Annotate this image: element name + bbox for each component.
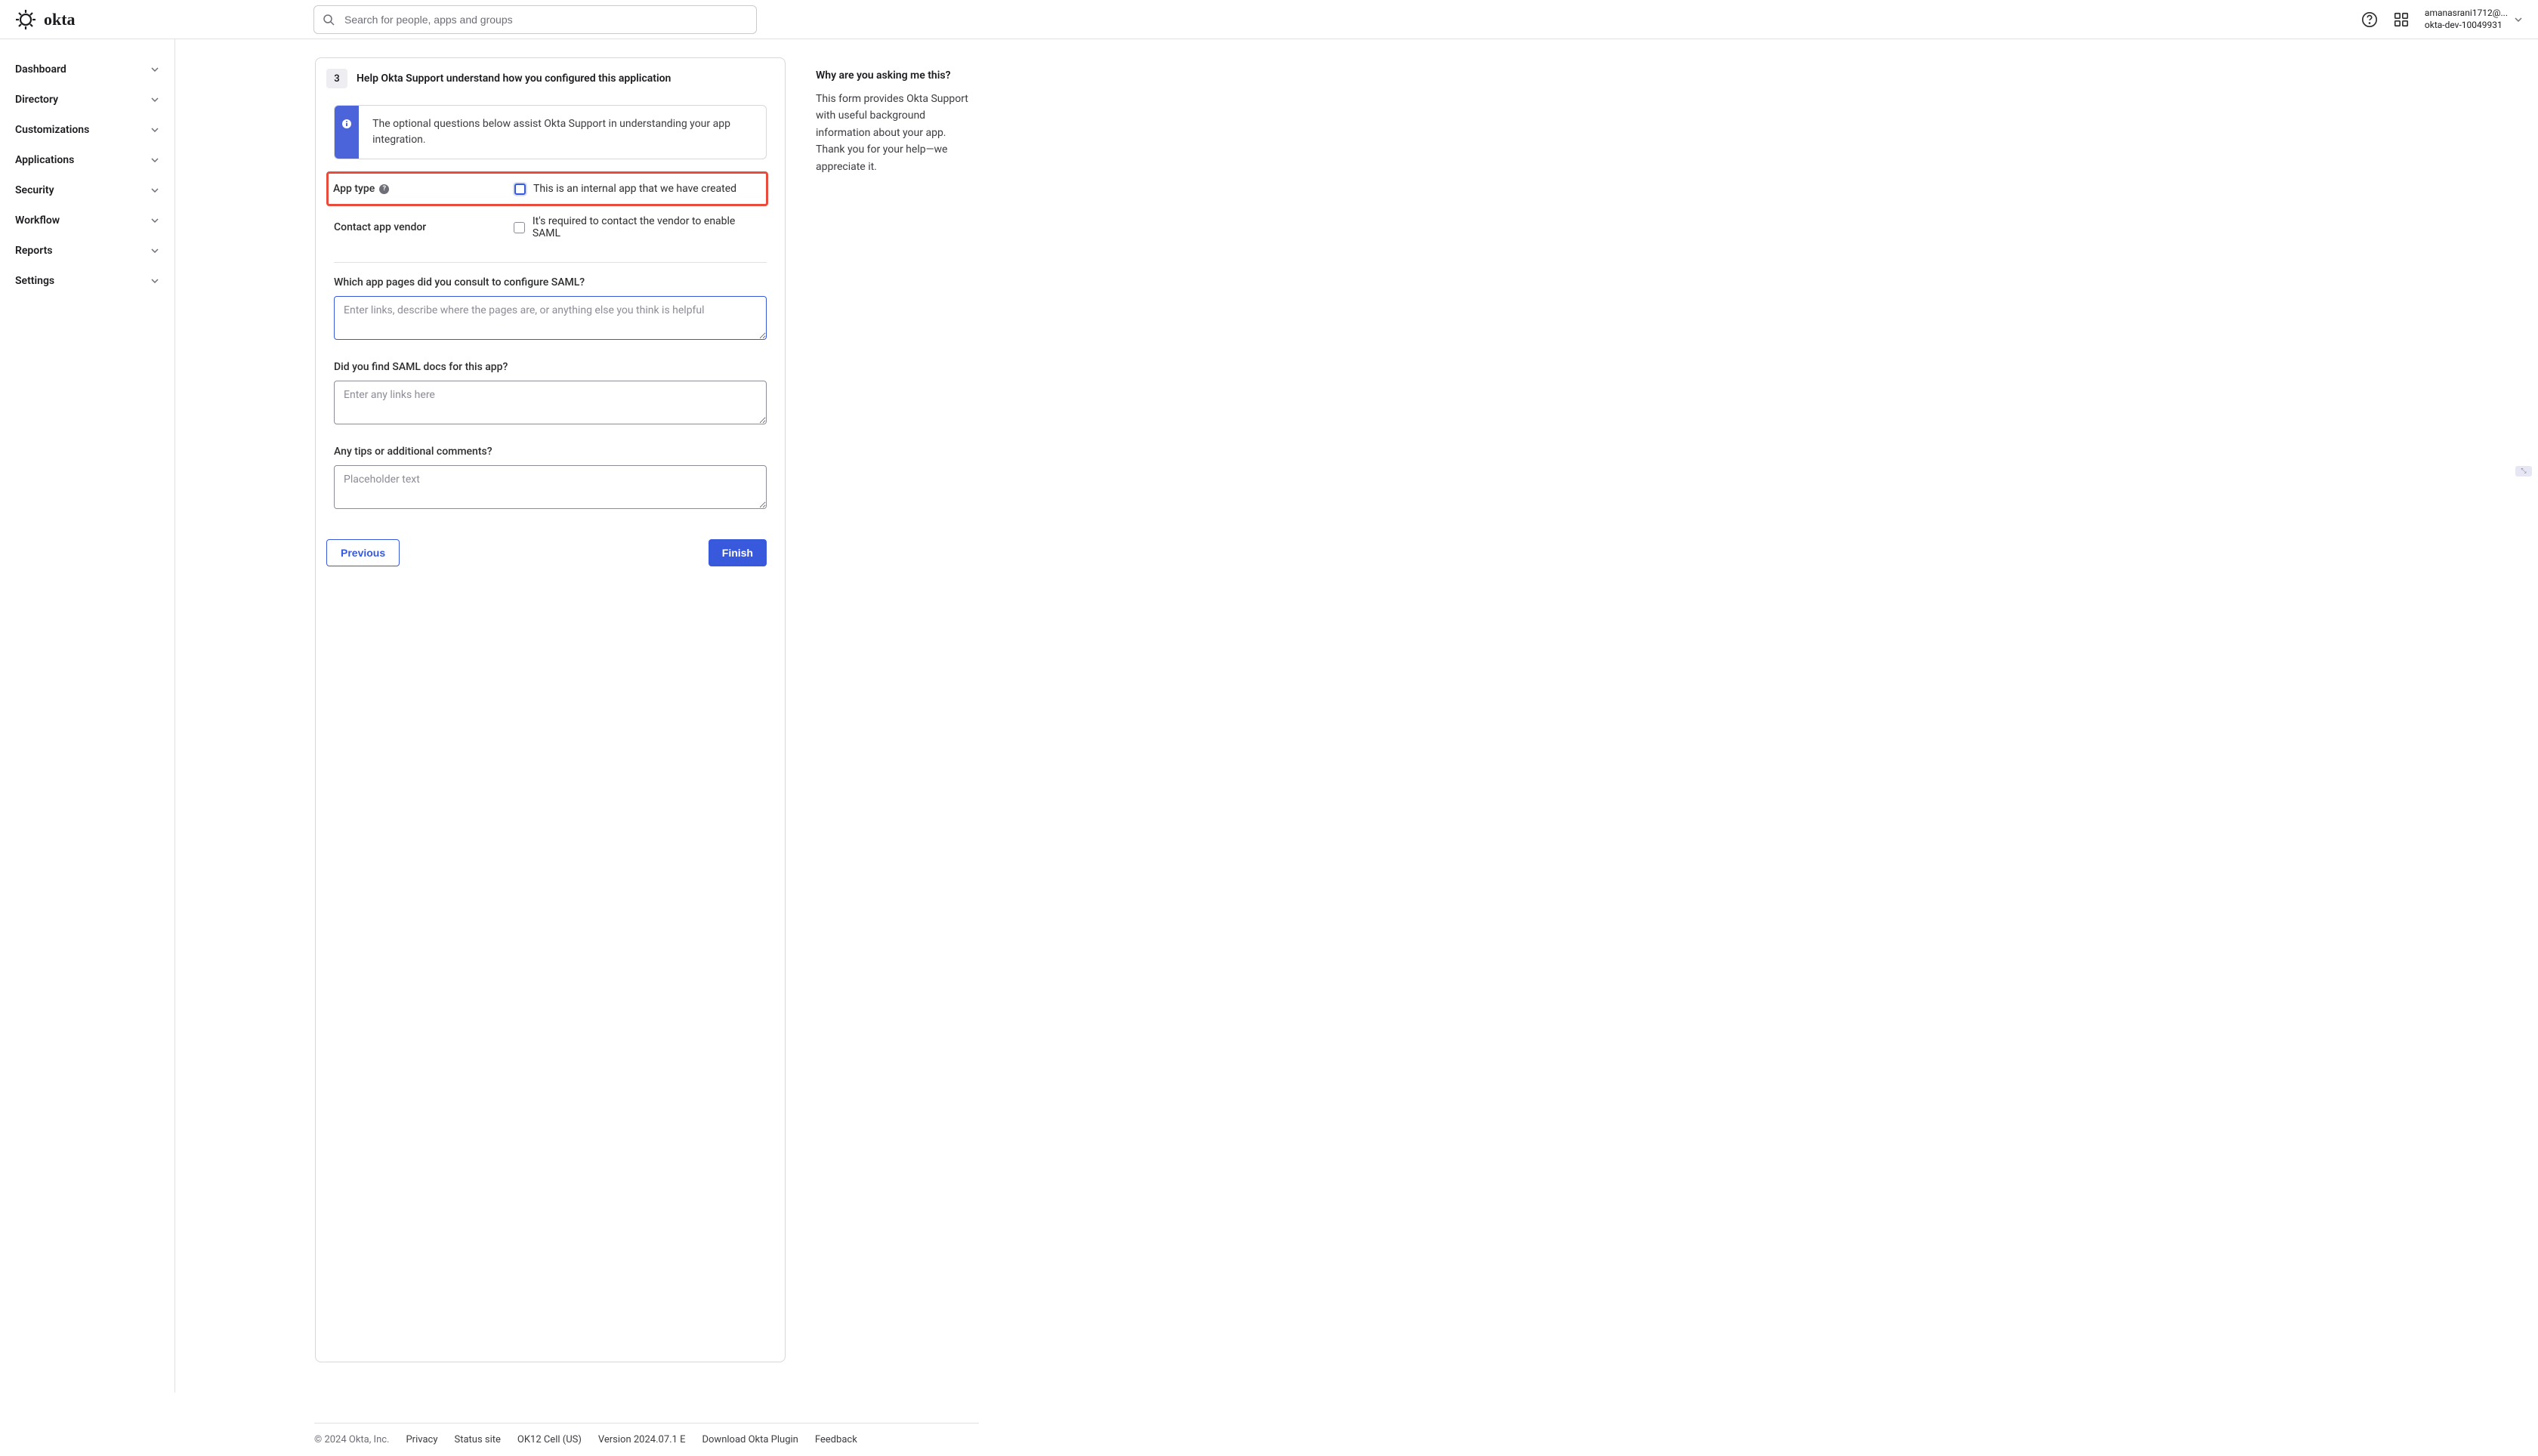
footer: © 2024 Okta, Inc. Privacy Status site OK… (314, 1423, 979, 1456)
sidebar-item-settings[interactable]: Settings (0, 266, 174, 296)
previous-button[interactable]: Previous (326, 539, 400, 566)
app-type-checkbox-container: This is an internal app that we have cre… (514, 183, 736, 195)
info-banner-accent (335, 106, 359, 159)
sidebar-item-label: Settings (15, 275, 54, 287)
brand-logo[interactable]: okta (15, 9, 174, 30)
sidebar-item-dashboard[interactable]: Dashboard (0, 54, 174, 85)
top-header: okta amana (0, 0, 2538, 39)
aside-help: Why are you asking me this? This form pr… (801, 69, 974, 1362)
help-icon[interactable] (2361, 11, 2378, 28)
sidebar-item-directory[interactable]: Directory (0, 85, 174, 115)
tips-label: Any tips or additional comments? (334, 446, 767, 458)
saml-pages-group: Which app pages did you consult to confi… (326, 276, 774, 343)
apps-grid-icon[interactable] (2393, 11, 2410, 28)
chevron-down-icon (150, 246, 159, 255)
chevron-down-icon (2514, 15, 2523, 24)
contact-vendor-checkbox[interactable] (514, 222, 525, 233)
chevron-down-icon (150, 95, 159, 104)
tips-group: Any tips or additional comments? (326, 446, 774, 512)
content-area: 3 Help Okta Support understand how you c… (175, 39, 976, 1393)
footer-link-cell[interactable]: OK12 Cell (US) (517, 1434, 582, 1445)
app-type-row-highlighted: App type ? This is an internal app that … (326, 171, 768, 206)
info-banner-text: The optional questions below assist Okta… (359, 106, 766, 159)
saml-pages-textarea[interactable] (334, 296, 767, 340)
chevron-down-icon (150, 65, 159, 74)
info-banner: The optional questions below assist Okta… (334, 105, 767, 159)
footer-link-version[interactable]: Version 2024.07.1 E (598, 1434, 686, 1445)
saml-docs-label: Did you find SAML docs for this app? (334, 361, 767, 373)
divider (334, 262, 767, 263)
sidebar-item-label: Customizations (15, 124, 89, 136)
help-tooltip-icon[interactable]: ? (379, 184, 389, 194)
form-card: 3 Help Okta Support understand how you c… (315, 57, 786, 1362)
app-type-label-text: App type (333, 183, 375, 195)
brand-text: okta (44, 10, 76, 29)
contact-vendor-checkbox-label: It's required to contact the vendor to e… (533, 215, 764, 239)
sidebar-item-applications[interactable]: Applications (0, 145, 174, 175)
footer-link-download[interactable]: Download Okta Plugin (702, 1434, 798, 1445)
saml-pages-label: Which app pages did you consult to confi… (334, 276, 767, 288)
sidebar-item-label: Dashboard (15, 63, 66, 76)
button-row: Previous Finish (326, 530, 774, 566)
search-container (313, 5, 757, 34)
okta-logo-icon (15, 9, 36, 30)
form-wrapper: 3 Help Okta Support understand how you c… (175, 39, 974, 1362)
chevron-down-icon (150, 156, 159, 165)
floating-handle-icon[interactable]: ⤡ (2515, 466, 2532, 477)
chevron-down-icon (150, 186, 159, 195)
footer-copyright: © 2024 Okta, Inc. (314, 1434, 389, 1445)
step-header: 3 Help Okta Support understand how you c… (326, 69, 774, 88)
info-icon (342, 119, 351, 131)
saml-docs-textarea[interactable] (334, 381, 767, 424)
chevron-down-icon (150, 276, 159, 285)
tips-textarea[interactable] (334, 465, 767, 509)
app-type-label: App type ? (333, 183, 514, 195)
user-menu[interactable]: amanasrani1712@... okta-dev-10049931 (2425, 8, 2523, 31)
aside-text: This form provides Okta Support with use… (816, 91, 974, 175)
contact-vendor-checkbox-container: It's required to contact the vendor to e… (514, 215, 764, 239)
user-org: okta-dev-10049931 (2425, 20, 2508, 32)
main-layout: Dashboard Directory Customizations Appli… (0, 39, 2538, 1393)
sidebar-item-customizations[interactable]: Customizations (0, 115, 174, 145)
app-type-checkbox-label: This is an internal app that we have cre… (533, 183, 736, 195)
step-number-badge: 3 (326, 69, 347, 88)
search-input[interactable] (313, 5, 757, 34)
sidebar-item-label: Directory (15, 94, 58, 106)
contact-vendor-label: Contact app vendor (334, 221, 514, 233)
contact-vendor-row: Contact app vendor It's required to cont… (326, 206, 774, 248)
finish-button[interactable]: Finish (709, 539, 767, 566)
footer-link-status[interactable]: Status site (454, 1434, 500, 1445)
aside-title: Why are you asking me this? (816, 69, 974, 82)
footer-link-feedback[interactable]: Feedback (815, 1434, 857, 1445)
user-text: amanasrani1712@... okta-dev-10049931 (2425, 8, 2508, 31)
app-type-checkbox[interactable] (514, 184, 526, 195)
sidebar-item-label: Reports (15, 245, 53, 257)
chevron-down-icon (150, 125, 159, 134)
header-right: amanasrani1712@... okta-dev-10049931 (2361, 8, 2523, 31)
sidebar-item-label: Security (15, 184, 54, 196)
sidebar-item-workflow[interactable]: Workflow (0, 205, 174, 236)
search-icon (323, 14, 335, 26)
sidebar-item-label: Applications (15, 154, 74, 166)
footer-link-privacy[interactable]: Privacy (406, 1434, 437, 1445)
user-email: amanasrani1712@... (2425, 8, 2508, 20)
sidebar-item-reports[interactable]: Reports (0, 236, 174, 266)
sidebar-item-label: Workflow (15, 214, 60, 227)
saml-docs-group: Did you find SAML docs for this app? (326, 361, 774, 427)
chevron-down-icon (150, 216, 159, 225)
sidebar-nav: Dashboard Directory Customizations Appli… (0, 39, 175, 1393)
step-title: Help Okta Support understand how you con… (357, 72, 671, 85)
sidebar-item-security[interactable]: Security (0, 175, 174, 205)
